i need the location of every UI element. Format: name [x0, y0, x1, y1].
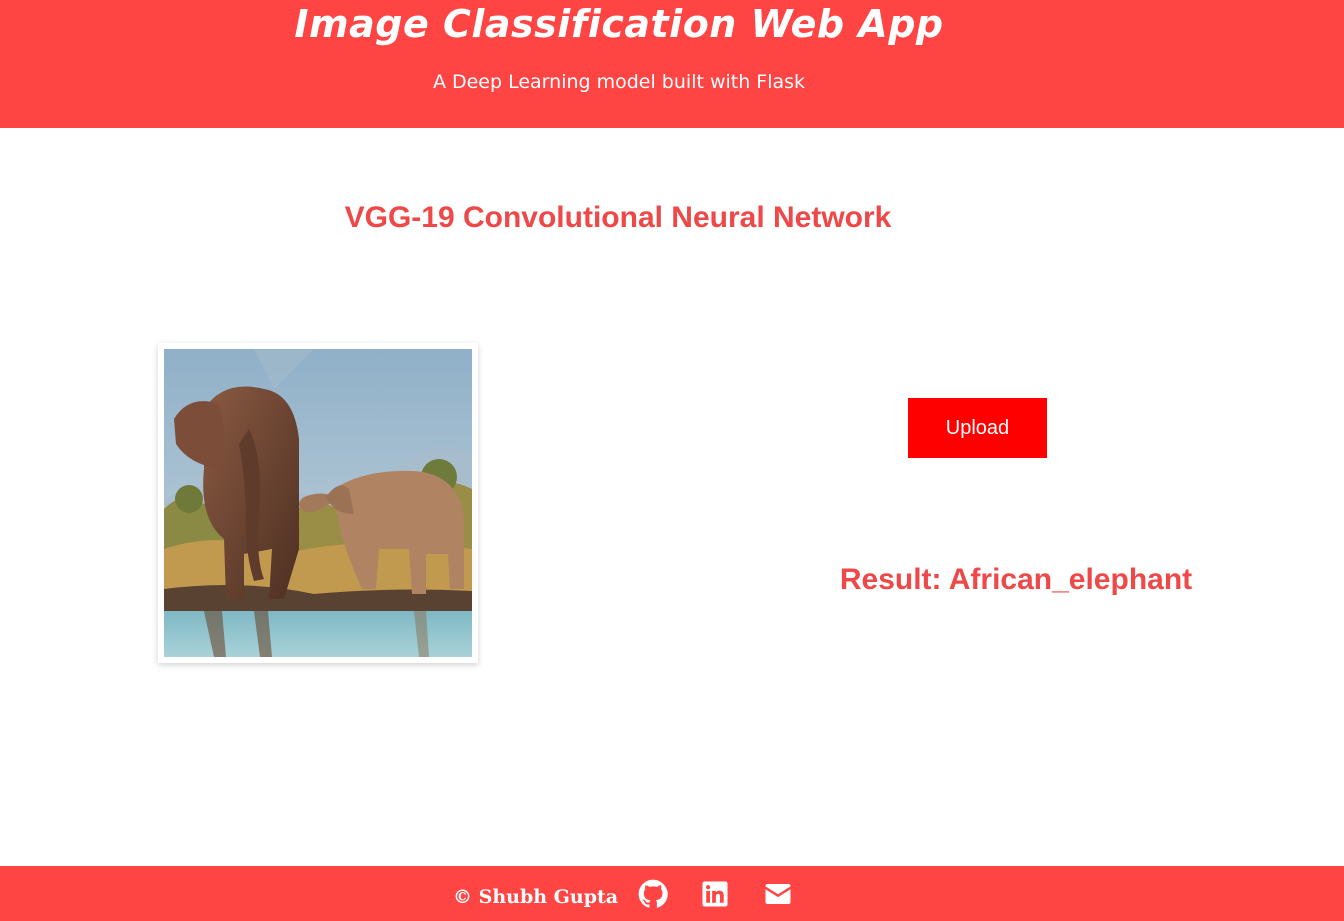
linkedin-icon[interactable] [700, 879, 730, 909]
prediction-result: Result: African_elephant [839, 563, 1193, 596]
page: Image Classification Web App A Deep Lear… [0, 0, 1344, 921]
model-heading: VGG-19 Convolutional Neural Network [344, 201, 892, 234]
app-title: Image Classification Web App [294, 2, 944, 46]
github-icon[interactable] [638, 879, 668, 909]
copyright-text: © Shubh Gupta [453, 886, 619, 908]
image-preview [158, 343, 478, 663]
app-header: Image Classification Web App A Deep Lear… [0, 0, 1344, 128]
upload-button[interactable]: Upload [908, 398, 1047, 458]
footer: © Shubh Gupta [0, 866, 1344, 921]
elephant-photo [164, 349, 472, 657]
app-subtitle: A Deep Learning model built with Flask [432, 71, 806, 93]
envelope-icon[interactable] [763, 879, 793, 909]
